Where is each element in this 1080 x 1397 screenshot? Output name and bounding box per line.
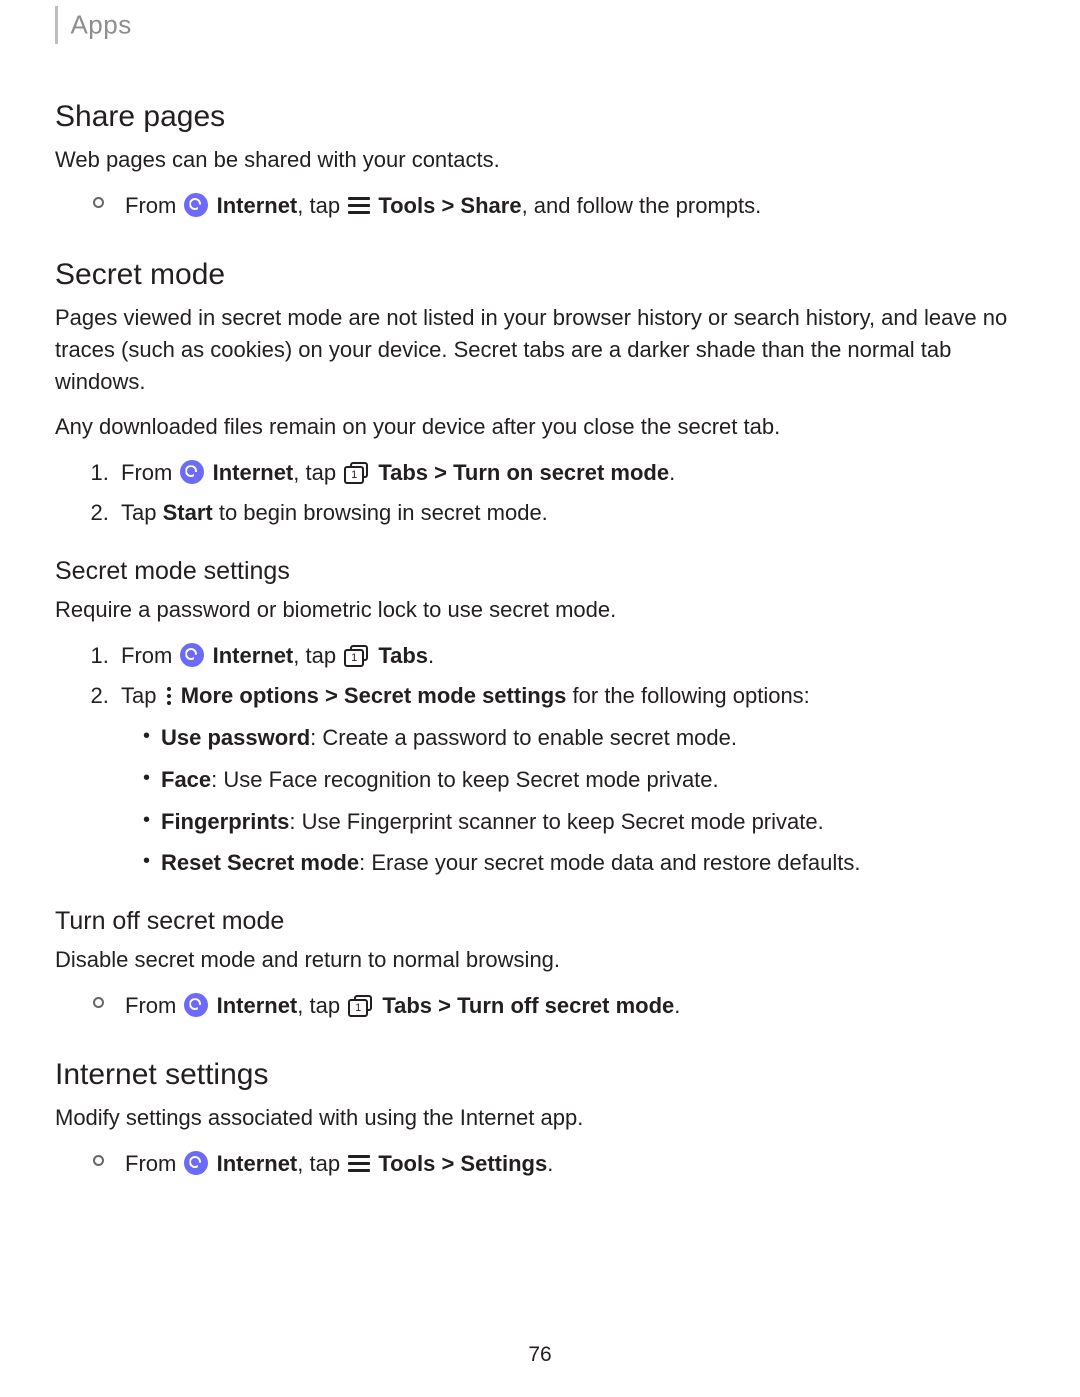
text: From	[125, 1151, 182, 1176]
text: .	[669, 460, 675, 485]
list-item: From Internet, tap 1 Tabs > Turn off sec…	[115, 990, 1025, 1022]
heading-turn-off-secret-mode: Turn off secret mode	[55, 907, 1025, 936]
list-secret-mode-steps: From Internet, tap 1 Tabs > Turn on secr…	[55, 457, 1025, 529]
text: , and follow the prompts.	[522, 193, 762, 218]
label-turn-off-secret-mode: Turn off secret mode	[457, 993, 674, 1018]
label-tabs: Tabs	[382, 993, 432, 1018]
text-turn-off-intro: Disable secret mode and return to normal…	[55, 944, 1025, 976]
label-internet: Internet	[213, 643, 294, 668]
text-internet-settings-intro: Modify settings associated with using th…	[55, 1102, 1025, 1134]
heading-share-pages: Share pages	[55, 100, 1025, 134]
text: From	[121, 643, 178, 668]
internet-icon	[180, 460, 204, 484]
label-internet: Internet	[217, 193, 298, 218]
label-turn-on-secret-mode: Turn on secret mode	[453, 460, 669, 485]
text: Tap	[121, 500, 163, 525]
label-use-password: Use password	[161, 725, 310, 750]
list-item: Reset Secret mode: Erase your secret mod…	[161, 847, 1025, 879]
label-start: Start	[163, 500, 213, 525]
text: for the following options:	[566, 683, 809, 708]
text: From	[125, 993, 182, 1018]
text: , tap	[297, 193, 346, 218]
list-secret-settings-steps: From Internet, tap 1 Tabs. Tap More opti…	[55, 640, 1025, 879]
text: Tap	[121, 683, 163, 708]
text: : Use Fingerprint scanner to keep Secret…	[289, 809, 823, 834]
label-settings: Settings	[460, 1151, 547, 1176]
text-secret-settings-intro: Require a password or biometric lock to …	[55, 594, 1025, 626]
label-tools: Tools	[378, 1151, 435, 1176]
tools-icon	[348, 197, 370, 215]
text: From	[121, 460, 178, 485]
label-share: Share	[460, 193, 521, 218]
list-item: Use password: Create a password to enabl…	[161, 722, 1025, 754]
text-secret-mode-para2: Any downloaded files remain on your devi…	[55, 411, 1025, 443]
list-secret-settings-options: Use password: Create a password to enabl…	[121, 722, 1025, 880]
internet-icon	[184, 993, 208, 1017]
page-number: 76	[0, 1343, 1080, 1367]
label-fingerprints: Fingerprints	[161, 809, 289, 834]
header-rule	[55, 6, 58, 44]
tabs-icon: 1	[344, 645, 370, 667]
text: >	[432, 993, 457, 1018]
manual-page: Apps Share pages Web pages can be shared…	[0, 0, 1080, 1397]
text-secret-mode-para1: Pages viewed in secret mode are not list…	[55, 302, 1025, 398]
label-reset-secret-mode: Reset Secret mode	[161, 850, 359, 875]
list-item: Tap Start to begin browsing in secret mo…	[115, 497, 1025, 529]
text: .	[547, 1151, 553, 1176]
text: to begin browsing in secret mode.	[213, 500, 548, 525]
text: : Create a password to enable secret mod…	[310, 725, 737, 750]
list-item: Fingerprints: Use Fingerprint scanner to…	[161, 806, 1025, 838]
label-internet: Internet	[213, 460, 294, 485]
text: : Use Face recognition to keep Secret mo…	[211, 767, 718, 792]
heading-secret-mode-settings: Secret mode settings	[55, 557, 1025, 586]
heading-internet-settings: Internet settings	[55, 1058, 1025, 1092]
internet-icon	[180, 643, 204, 667]
label-tabs: Tabs	[378, 643, 428, 668]
label-internet: Internet	[217, 1151, 298, 1176]
text-share-pages-intro: Web pages can be shared with your contac…	[55, 144, 1025, 176]
internet-icon	[184, 193, 208, 217]
list-item: From Internet, tap Tools > Settings.	[115, 1148, 1025, 1180]
page-header: Apps	[55, 0, 1025, 64]
text: >	[319, 683, 344, 708]
label-internet: Internet	[217, 993, 298, 1018]
label-face: Face	[161, 767, 211, 792]
text: .	[428, 643, 434, 668]
label-more-options: More options	[181, 683, 319, 708]
list-turn-off: From Internet, tap 1 Tabs > Turn off sec…	[55, 990, 1025, 1022]
text: , tap	[293, 643, 342, 668]
header-section-label: Apps	[70, 10, 131, 40]
text: >	[435, 1151, 460, 1176]
text: From	[125, 193, 182, 218]
heading-secret-mode: Secret mode	[55, 258, 1025, 292]
list-item: Tap More options > Secret mode settings …	[115, 680, 1025, 879]
text: >	[435, 193, 460, 218]
list-share-pages: From Internet, tap Tools > Share, and fo…	[55, 190, 1025, 222]
label-secret-mode-settings: Secret mode settings	[344, 683, 567, 708]
internet-icon	[184, 1151, 208, 1175]
text: , tap	[297, 1151, 346, 1176]
more-options-icon	[165, 685, 173, 707]
text: , tap	[293, 460, 342, 485]
list-item: From Internet, tap 1 Tabs.	[115, 640, 1025, 672]
tabs-icon: 1	[344, 462, 370, 484]
list-item: From Internet, tap Tools > Share, and fo…	[115, 190, 1025, 222]
label-tabs: Tabs	[378, 460, 428, 485]
text: .	[674, 993, 680, 1018]
text: : Erase your secret mode data and restor…	[359, 850, 860, 875]
text: , tap	[297, 993, 346, 1018]
text: >	[428, 460, 453, 485]
label-tools: Tools	[378, 193, 435, 218]
tools-icon	[348, 1155, 370, 1173]
tabs-icon: 1	[348, 995, 374, 1017]
list-item: Face: Use Face recognition to keep Secre…	[161, 764, 1025, 796]
list-item: From Internet, tap 1 Tabs > Turn on secr…	[115, 457, 1025, 489]
list-internet-settings: From Internet, tap Tools > Settings.	[55, 1148, 1025, 1180]
